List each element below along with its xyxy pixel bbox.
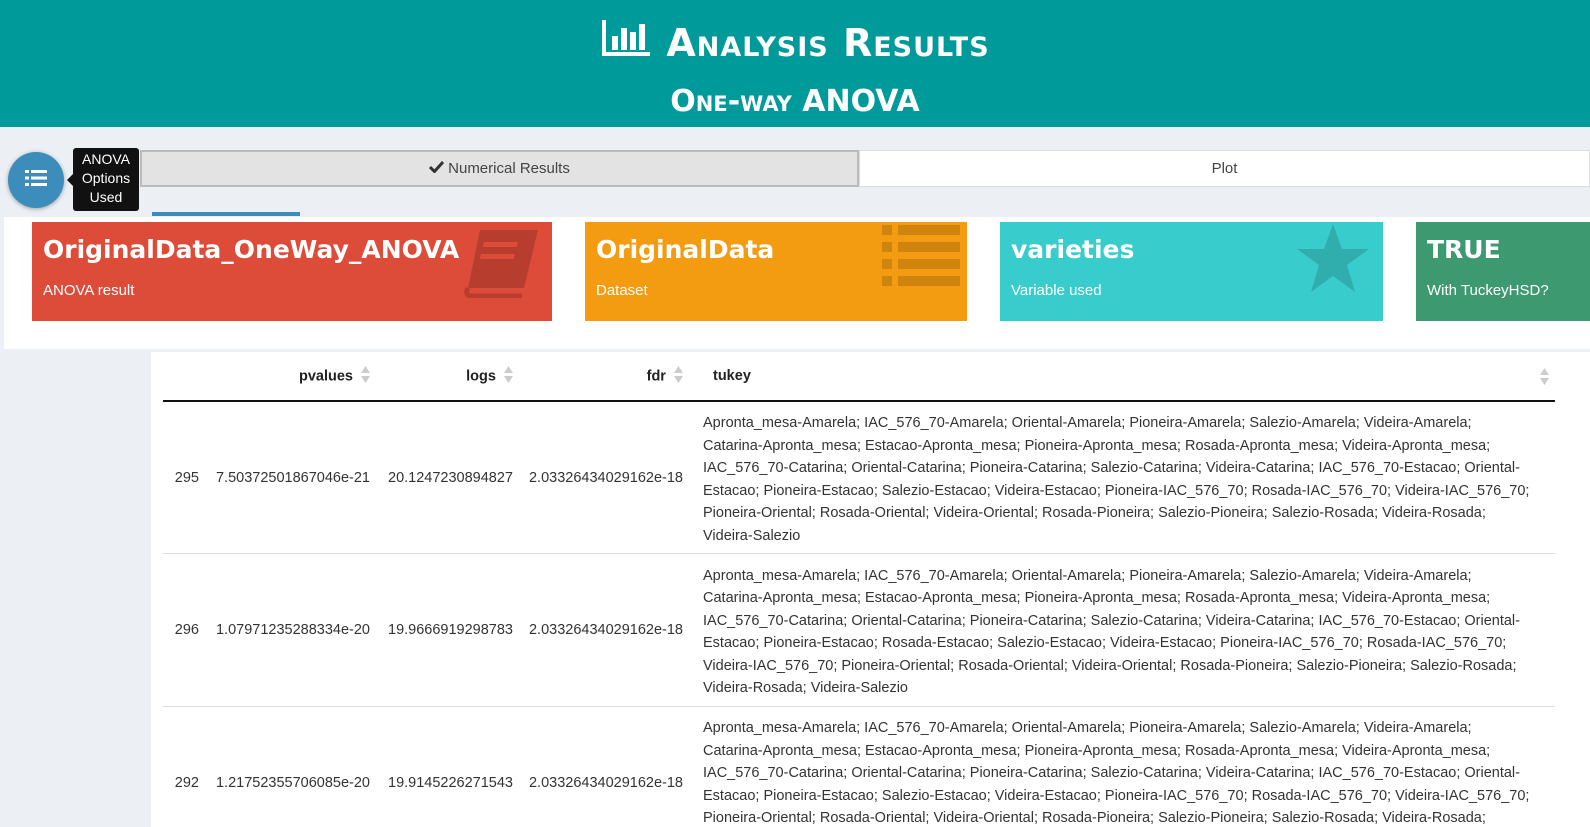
cell-pvalues: 7.50372501867046e-21 — [209, 401, 380, 554]
options-tooltip: ANOVA Options Used — [67, 148, 139, 211]
column-header-pvalues[interactable]: pvalues — [209, 352, 380, 402]
cell-logs: 20.1247230894827 — [380, 401, 523, 554]
page-title: Analysis Results — [666, 20, 990, 65]
cell-tukey: Apronta_mesa-Amarela; IAC_576_70-Amarela… — [693, 706, 1555, 827]
cell-logs: 19.9666919298783 — [380, 553, 523, 707]
app-header: Analysis Results One-way ANOVA — [0, 0, 1590, 127]
page-title-row: Analysis Results — [0, 18, 1590, 67]
sort-icon — [1540, 368, 1549, 389]
cell-fdr: 2.03326434029162e-18 — [523, 553, 693, 707]
list-icon — [25, 169, 47, 192]
value-box-subtitle: Dataset — [596, 282, 648, 299]
cell-tukey: Apronta_mesa-Amarela; IAC_576_70-Amarela… — [693, 401, 1555, 554]
table-row: 295 7.50372501867046e-21 20.124723089482… — [163, 401, 1555, 554]
row-index: 292 — [163, 706, 209, 827]
cell-pvalues: 1.21752355706085e-20 — [209, 706, 380, 827]
column-header-logs[interactable]: logs — [380, 352, 523, 402]
cell-fdr: 2.03326434029162e-18 — [523, 401, 693, 554]
value-box-value: TRUE — [1427, 235, 1501, 264]
column-header-index — [163, 352, 209, 402]
column-header-tukey[interactable]: tukey — [693, 352, 1555, 402]
check-icon — [429, 160, 445, 177]
value-box-dataset: OriginalData Dataset — [585, 222, 967, 321]
cell-tukey: Apronta_mesa-Amarela; IAC_576_70-Amarela… — [693, 553, 1555, 707]
value-box-value: OriginalData — [596, 235, 775, 264]
table-header-row: pvalues logs fdr tukey — [163, 352, 1555, 402]
column-header-fdr[interactable]: fdr — [523, 352, 693, 402]
tab-label: Numerical Results — [448, 160, 570, 177]
results-table-container: pvalues logs fdr tukey 295 7.50372501867… — [151, 352, 1590, 827]
page-subtitle: One-way ANOVA — [670, 84, 920, 119]
sort-icon — [361, 365, 370, 387]
value-box-value: OriginalData_OneWay_ANOVA — [43, 235, 460, 264]
tab-numerical-results[interactable]: Numerical Results — [140, 150, 859, 187]
sort-icon — [504, 365, 513, 387]
row-index: 295 — [163, 401, 209, 554]
table-row: 296 1.07971235288334e-20 19.966691929878… — [163, 553, 1555, 707]
results-table: pvalues logs fdr tukey 295 7.50372501867… — [163, 352, 1555, 827]
value-box-subtitle: With TuckeyHSD? — [1427, 282, 1549, 299]
sort-icon — [674, 365, 683, 387]
active-tab-indicator — [152, 212, 300, 216]
cell-pvalues: 1.07971235288334e-20 — [209, 553, 380, 707]
cell-logs: 19.9145226271543 — [380, 706, 523, 827]
value-box-tukey: TRUE With TuckeyHSD? — [1416, 222, 1590, 321]
bar-chart-icon — [600, 18, 652, 67]
value-box-anova-result: OriginalData_OneWay_ANOVA ANOVA result — [32, 222, 552, 321]
value-box-subtitle: ANOVA result — [43, 282, 135, 299]
value-box-variable: varieties Variable used — [1000, 222, 1383, 321]
tab-plot[interactable]: Plot — [859, 150, 1590, 187]
row-index: 296 — [163, 553, 209, 707]
anova-options-button[interactable] — [8, 152, 64, 208]
cell-fdr: 2.03326434029162e-18 — [523, 706, 693, 827]
tab-label: Plot — [1211, 160, 1238, 177]
table-row: 292 1.21752355706085e-20 19.914522627154… — [163, 706, 1555, 827]
value-box-subtitle: Variable used — [1011, 282, 1102, 299]
value-box-value: varieties — [1011, 235, 1135, 264]
